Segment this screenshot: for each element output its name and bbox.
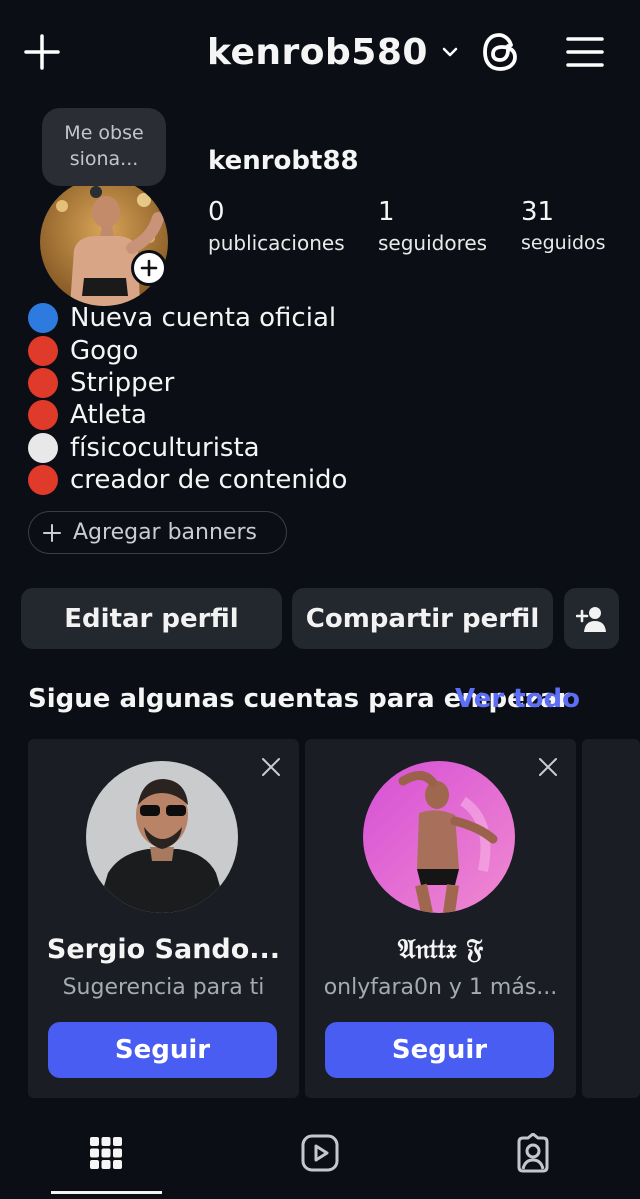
suggestion-avatar[interactable] bbox=[363, 761, 515, 913]
stat-value: 0 bbox=[208, 197, 225, 227]
bio-line: Stripper bbox=[28, 367, 628, 399]
emoji-dot-icon bbox=[28, 432, 58, 463]
chevron-down-icon bbox=[442, 47, 458, 57]
suggestion-name: Sergio Sando... bbox=[46, 934, 281, 965]
bio-text: Nueva cuenta oficial bbox=[70, 303, 337, 334]
add-banners-button[interactable]: Agregar banners bbox=[28, 511, 287, 554]
add-person-icon bbox=[575, 606, 606, 632]
suggestion-photo bbox=[86, 761, 238, 913]
menu-button[interactable] bbox=[563, 30, 607, 74]
note-text: Me obse siona... bbox=[64, 122, 144, 170]
close-icon[interactable] bbox=[259, 755, 283, 779]
share-profile-label: Compartir perfil bbox=[305, 603, 540, 634]
avatar-photo bbox=[40, 178, 168, 306]
bio-text: Stripper bbox=[70, 367, 175, 398]
bio-text: físicoculturista bbox=[70, 432, 260, 463]
bio-text: creador de contenido bbox=[70, 465, 348, 496]
add-story-button[interactable] bbox=[131, 250, 167, 286]
suggestion-card[interactable]: Sergio Sando... Sugerencia para ti Segui… bbox=[28, 739, 299, 1098]
profile-bio: Nueva cuenta oficial Gogo Stripper Atleta fí… bbox=[28, 302, 628, 496]
suggestion-name: 𝔄𝔫𝔱𝔱𝔵 𝔉 bbox=[397, 934, 484, 965]
suggestion-photo bbox=[363, 761, 515, 913]
bio-line: Gogo bbox=[28, 334, 628, 366]
bio-text: Atleta bbox=[70, 400, 147, 431]
threads-button[interactable] bbox=[478, 28, 524, 76]
edit-profile-button[interactable]: Editar perfil bbox=[21, 588, 282, 649]
stat-value: 31 bbox=[521, 197, 555, 227]
bio-line: físicoculturista bbox=[28, 432, 628, 464]
suggestion-card[interactable]: 𝔄𝔫𝔱𝔱𝔵 𝔉 onlyfara0n y 1 más... Seguir bbox=[305, 739, 576, 1098]
emoji-dot-icon bbox=[28, 367, 58, 398]
hamburger-menu-icon bbox=[566, 37, 604, 67]
stat-posts[interactable]: 0 publicaciones bbox=[208, 196, 345, 258]
stat-following[interactable]: 31 seguidos bbox=[521, 196, 606, 258]
stat-label: seguidores bbox=[378, 231, 488, 255]
plus-icon bbox=[43, 523, 61, 542]
discover-people-button[interactable] bbox=[564, 588, 619, 649]
suggestion-avatar[interactable] bbox=[86, 761, 238, 913]
bio-line: creador de contenido bbox=[28, 464, 628, 496]
add-banners-label: Agregar banners bbox=[73, 520, 257, 545]
suggestion-subtitle: Sugerencia para ti bbox=[62, 975, 265, 1000]
account-switcher[interactable]: kenrob580 bbox=[207, 28, 460, 76]
profile-avatar[interactable] bbox=[40, 178, 168, 306]
profile-username: kenrobt88 bbox=[208, 146, 359, 176]
tab-posts[interactable] bbox=[86, 1133, 126, 1173]
create-button[interactable] bbox=[18, 28, 66, 76]
emoji-dot-icon bbox=[28, 335, 58, 366]
emoji-dot-icon bbox=[28, 303, 58, 334]
tab-tagged[interactable] bbox=[513, 1133, 553, 1173]
edit-profile-label: Editar perfil bbox=[64, 603, 239, 634]
tagged-icon bbox=[517, 1133, 549, 1173]
bio-line: Nueva cuenta oficial bbox=[28, 302, 628, 334]
emoji-dot-icon bbox=[28, 400, 58, 431]
suggestion-card-partial[interactable] bbox=[582, 739, 640, 1098]
see-all-link[interactable]: Ver todo bbox=[455, 684, 580, 714]
reels-icon bbox=[301, 1134, 339, 1172]
suggestion-subtitle: onlyfara0n y 1 más... bbox=[323, 975, 558, 1000]
close-icon[interactable] bbox=[536, 755, 560, 779]
plus-icon bbox=[24, 34, 60, 70]
stat-label: seguidos bbox=[521, 232, 606, 254]
share-profile-button[interactable]: Compartir perfil bbox=[292, 588, 553, 649]
stat-value: 1 bbox=[378, 197, 395, 227]
emoji-dot-icon bbox=[28, 465, 58, 496]
follow-label: Seguir bbox=[114, 1035, 211, 1065]
active-tab-indicator bbox=[51, 1191, 162, 1194]
tab-reels[interactable] bbox=[300, 1133, 340, 1173]
grid-icon bbox=[90, 1137, 122, 1169]
header-username: kenrob580 bbox=[207, 31, 428, 73]
profile-note[interactable]: Me obse siona... bbox=[42, 108, 166, 198]
follow-button[interactable]: Seguir bbox=[48, 1022, 277, 1078]
stat-label: publicaciones bbox=[208, 231, 345, 255]
stat-followers[interactable]: 1 seguidores bbox=[378, 196, 487, 258]
bio-text: Gogo bbox=[70, 335, 139, 366]
plus-icon bbox=[140, 259, 158, 277]
bio-line: Atleta bbox=[28, 399, 628, 431]
follow-label: Seguir bbox=[391, 1035, 488, 1065]
follow-button[interactable]: Seguir bbox=[325, 1022, 554, 1078]
threads-icon bbox=[483, 33, 517, 71]
